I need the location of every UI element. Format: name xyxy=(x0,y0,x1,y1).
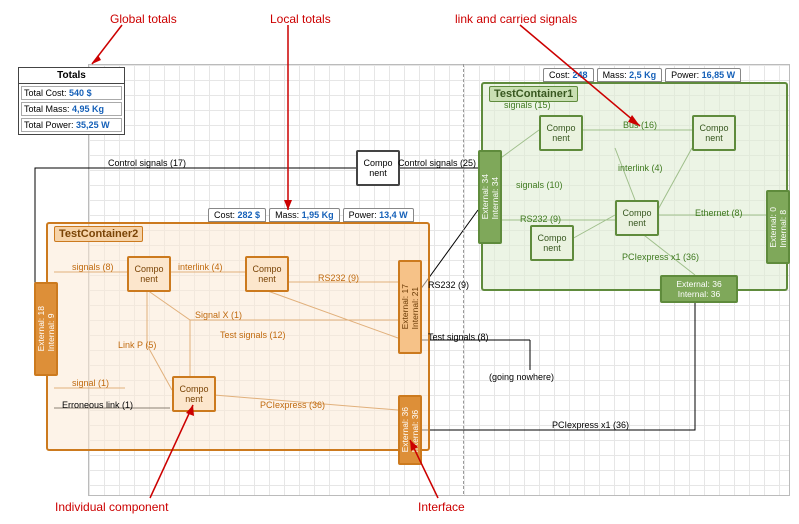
tc1-mass-tab: Mass: 2,5 Kg xyxy=(597,68,663,82)
tc2-iface-right-2[interactable]: External: 36 Internal: 36 xyxy=(398,395,422,465)
tc2-power-tab: Power: 13,4 W xyxy=(343,208,414,222)
totals-power: Total Power: 35,25 W xyxy=(21,118,122,132)
lk-linkp-5: Link P (5) xyxy=(118,340,156,350)
lk-signalx-1: Signal X (1) xyxy=(195,310,242,320)
tc1-tabs: Cost: 248 Mass: 2,5 Kg Power: 16,85 W xyxy=(543,68,741,82)
tc1-comp-4[interactable]: Compo nent xyxy=(530,225,574,261)
lk-rs232-9: RS232 (9) xyxy=(428,280,469,290)
lk-interlink-4g: interlink (4) xyxy=(618,163,663,173)
tc2-mass-tab: Mass: 1,95 Kg xyxy=(269,208,340,222)
totals-box: Totals Total Cost: 540 $ Total Mass: 4,9… xyxy=(18,67,125,135)
tc1-iface-right[interactable]: External: 0 Internal: 8 xyxy=(766,190,790,264)
lk-pcie-36: PCIexpress x1 (36) xyxy=(552,420,629,430)
tc1-cost-tab: Cost: 248 xyxy=(543,68,594,82)
lk-signals-15: signals (15) xyxy=(504,100,551,110)
lk-eth-8: Ethernet (8) xyxy=(695,208,743,218)
lk-signals-8: signals (8) xyxy=(72,262,114,272)
totals-mass: Total Mass: 4,95 Kg xyxy=(21,102,122,116)
callout-link-signals: link and carried signals xyxy=(455,12,577,26)
lk-signal-1: signal (1) xyxy=(72,378,109,388)
lk-control-25: Control signals (25) xyxy=(398,158,476,168)
callout-global-totals: Global totals xyxy=(110,12,177,26)
tc2-tabs: Cost: 282 $ Mass: 1,95 Kg Power: 13,4 W xyxy=(208,208,414,222)
lk-interlink-4o: interlink (4) xyxy=(178,262,223,272)
tc1-power-tab: Power: 16,85 W xyxy=(665,68,741,82)
lk-rs232-9o: RS232 (9) xyxy=(318,273,359,283)
lk-control-17: Control signals (17) xyxy=(108,158,186,168)
callout-individual-component: Individual component xyxy=(55,500,168,514)
lk-signals-10: signals (10) xyxy=(516,180,563,190)
tc2-title: TestContainer2 xyxy=(54,226,143,242)
lk-test-12: Test signals (12) xyxy=(220,330,286,340)
totals-header: Totals xyxy=(19,68,124,84)
tc2-cost-tab: Cost: 282 $ xyxy=(208,208,266,222)
tc2-comp-1[interactable]: Compo nent xyxy=(127,256,171,292)
tc1-iface-bottom[interactable]: External: 36 Internal: 36 xyxy=(660,275,738,303)
callout-local-totals: Local totals xyxy=(270,12,331,26)
free-component[interactable]: Compo nent xyxy=(356,150,400,186)
lk-pcie-36g: PCIexpress x1 (36) xyxy=(622,252,699,262)
lk-nowhere: (going nowhere) xyxy=(489,372,554,382)
lk-rs232-9g: RS232 (9) xyxy=(520,214,561,224)
callout-interface: Interface xyxy=(418,500,465,514)
tc1-comp-1[interactable]: Compo nent xyxy=(539,115,583,151)
tc2-iface-right-1[interactable]: External: 17 Internal: 21 xyxy=(398,260,422,354)
tc1-comp-2[interactable]: Compo nent xyxy=(692,115,736,151)
tc1-iface-left[interactable]: External: 34 Internal: 34 xyxy=(478,150,502,244)
totals-cost: Total Cost: 540 $ xyxy=(21,86,122,100)
tc2-comp-3[interactable]: Compo nent xyxy=(172,376,216,412)
lk-pcie-36o: PCIexpress (36) xyxy=(260,400,325,410)
lk-test-8: Test signals (8) xyxy=(428,332,489,342)
lk-bus-16: Bus (16) xyxy=(623,120,657,130)
tc2-comp-2[interactable]: Compo nent xyxy=(245,256,289,292)
lk-erroneous-1: Erroneous link (1) xyxy=(62,400,133,410)
separator xyxy=(463,64,464,494)
tc1-comp-3[interactable]: Compo nent xyxy=(615,200,659,236)
tc2-iface-left[interactable]: External: 18 Internal: 9 xyxy=(34,282,58,376)
